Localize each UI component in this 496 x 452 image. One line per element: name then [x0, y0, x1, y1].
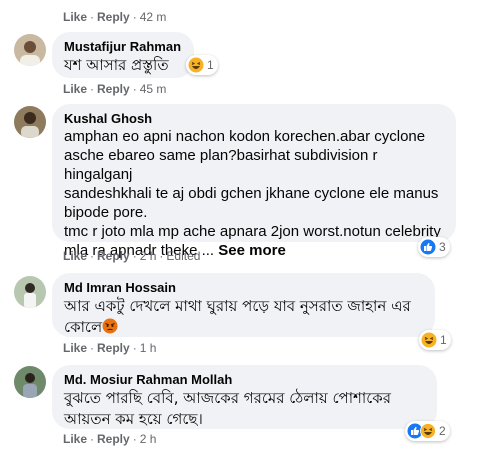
comment-text: যশ আসার প্রস্তুতি	[64, 56, 169, 74]
reaction-summary[interactable]: 3	[418, 237, 450, 257]
see-more-link[interactable]: See more	[218, 242, 286, 259]
haha-icon	[420, 423, 436, 439]
separator: ·	[159, 249, 164, 263]
reaction-count: 1	[440, 333, 447, 347]
separator: ·	[132, 341, 137, 355]
haha-icon	[421, 332, 437, 348]
avatar[interactable]	[14, 366, 46, 398]
like-link[interactable]: Like	[63, 10, 87, 24]
separator: ·	[132, 249, 137, 263]
comment-actions: Like · Reply · 45 m	[63, 82, 166, 96]
author-name[interactable]: Md. Mosiur Rahman Mollah	[64, 372, 425, 388]
timestamp-link[interactable]: 1 h	[140, 341, 157, 355]
reaction-count: 3	[439, 240, 446, 254]
separator: ·	[132, 432, 137, 446]
avatar[interactable]	[14, 276, 46, 308]
separator: ·	[90, 432, 95, 446]
haha-icon	[188, 57, 204, 73]
timestamp-link[interactable]: 45 m	[140, 82, 167, 96]
author-name[interactable]: Md Imran Hossain	[64, 280, 423, 296]
comment-actions: Like · Reply · 42 m	[63, 10, 166, 24]
timestamp-link[interactable]: 2 h	[140, 432, 157, 446]
angry-emoji-icon	[102, 318, 118, 334]
reply-link[interactable]: Reply	[97, 341, 130, 355]
author-name[interactable]: Mustafijur Rahman	[64, 39, 182, 55]
reaction-count: 2	[439, 424, 446, 438]
like-link[interactable]: Like	[63, 82, 87, 96]
comment-bubble: Md Imran Hossain আর একটু দেখলে মাথা ঘুরা…	[52, 273, 435, 337]
avatar[interactable]	[14, 106, 46, 138]
separator: ·	[90, 341, 95, 355]
reaction-summary[interactable]: 1	[419, 330, 451, 350]
comment-actions: Like · Reply · 2 h · Edited	[63, 249, 200, 263]
separator: ·	[132, 10, 137, 24]
separator: ·	[90, 82, 95, 96]
separator: ·	[90, 10, 95, 24]
reply-link[interactable]: Reply	[97, 432, 130, 446]
reply-link[interactable]: Reply	[97, 249, 130, 263]
avatar[interactable]	[14, 34, 46, 66]
comment-text: amphan eo apni nachon kodon korechen.aba…	[64, 127, 444, 260]
like-link[interactable]: Like	[63, 432, 87, 446]
comment-bubble: Md. Mosiur Rahman Mollah বুঝতে পারছি বেব…	[52, 365, 437, 429]
reply-link[interactable]: Reply	[97, 82, 130, 96]
like-link[interactable]: Like	[63, 341, 87, 355]
like-link[interactable]: Like	[63, 249, 87, 263]
timestamp-link[interactable]: 2 h	[140, 249, 157, 263]
separator: ·	[90, 249, 95, 263]
like-icon	[420, 239, 436, 255]
comment-bubble: Mustafijur Rahman যশ আসার প্রস্তুতি	[52, 32, 194, 78]
comment-actions: Like · Reply · 1 h	[63, 341, 156, 355]
timestamp-link[interactable]: 42 m	[140, 10, 167, 24]
comment-text: আর একটু দেখলে মাথা ঘুরায় পড়ে যাব নুসরা…	[64, 296, 423, 338]
author-name[interactable]: Kushal Ghosh	[64, 111, 444, 127]
reaction-summary[interactable]: 1	[186, 55, 218, 75]
reaction-summary[interactable]: 2	[405, 421, 450, 441]
comment-bubble: Kushal Ghosh amphan eo apni nachon kodon…	[52, 104, 456, 259]
comment-actions: Like · Reply · 2 h	[63, 432, 156, 446]
comment-text: বুঝতে পারছি বেবি, আজকের গরমের ঠেলায় পোশ…	[64, 389, 392, 428]
reply-link[interactable]: Reply	[97, 10, 130, 24]
separator: ·	[132, 82, 137, 96]
edited-label[interactable]: Edited	[166, 249, 200, 263]
comment-body: amphan eo apni nachon kodon korechen.aba…	[64, 128, 441, 259]
reaction-count: 1	[207, 58, 214, 72]
